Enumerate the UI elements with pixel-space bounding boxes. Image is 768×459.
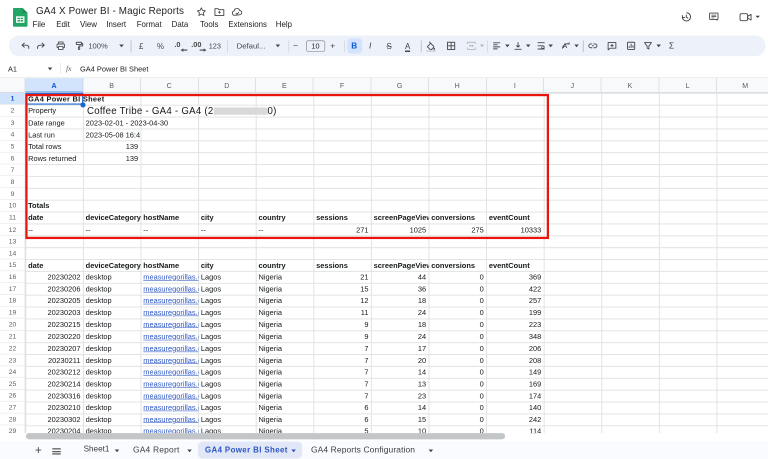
svg-text:A: A [563, 43, 568, 50]
